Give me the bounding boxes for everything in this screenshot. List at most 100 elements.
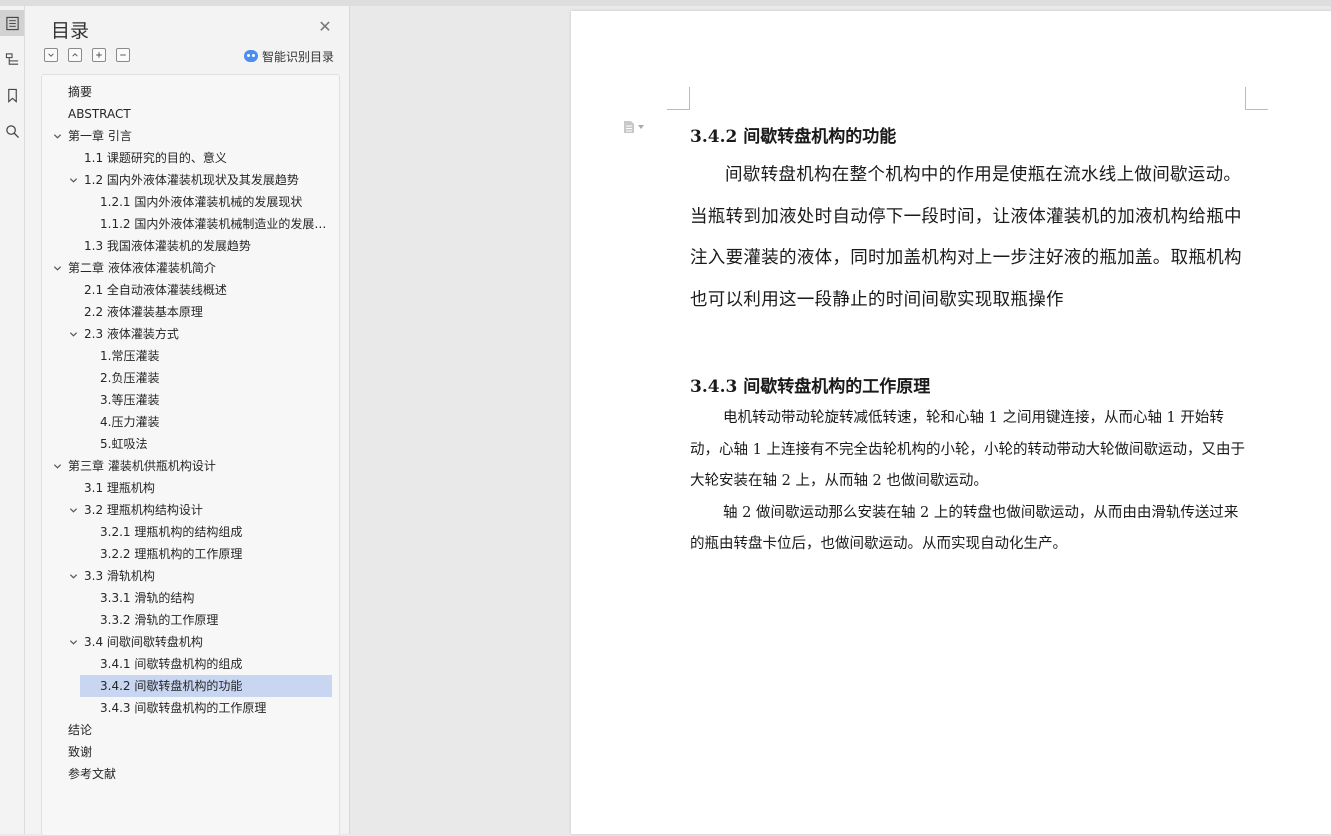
toc-item[interactable]: 1.2 国内外液体灌装机现状及其发展趋势 [42, 169, 339, 191]
bookmark-icon[interactable] [0, 82, 24, 108]
toc-title: 目录 [51, 20, 90, 42]
toc-item[interactable]: 3.2.1 理瓶机构的结构组成 [42, 521, 339, 543]
chevron-down-icon[interactable] [67, 323, 79, 345]
page-margin-corner-right [1245, 87, 1268, 110]
close-icon[interactable]: ✕ [317, 17, 333, 36]
minus-icon[interactable] [116, 48, 130, 62]
expand-up-icon[interactable] [68, 48, 82, 62]
toc-item[interactable]: 1.1.2 国内外液体灌装机械制造业的发展 ... [42, 213, 339, 235]
toc-item-label: 2.负压灌装 [100, 371, 160, 385]
chevron-down-icon[interactable] [51, 257, 63, 279]
toc-item[interactable]: 5.虹吸法 [42, 433, 339, 455]
toc-item-label: 2.1 全自动液体灌装线概述 [84, 283, 227, 297]
toc-item[interactable]: 1.2.1 国内外液体灌装机械的发展现状 [42, 191, 339, 213]
smart-toc-label: 智能识别目录 [262, 49, 335, 64]
toc-item[interactable]: 致谢 [42, 741, 339, 763]
toc-item-label: 致谢 [68, 745, 93, 759]
toc-item[interactable]: 3.1 理瓶机构 [42, 477, 339, 499]
toc-item[interactable]: 3.等压灌装 [42, 389, 339, 411]
toc-item-label: 3.2.1 理瓶机构的结构组成 [100, 525, 243, 539]
toc-item-label: 5.虹吸法 [100, 437, 148, 451]
toc-item-label: 3.1 理瓶机构 [84, 481, 155, 495]
toc-item-label: 1.1.2 国内外液体灌装机械制造业的发展 ... [100, 217, 328, 231]
toc-item-label: 第三章 灌装机供瓶机构设计 [68, 459, 216, 473]
toc-item-label: 3.等压灌装 [100, 393, 160, 407]
chevron-down-icon[interactable] [67, 565, 79, 587]
toc-item-label: 3.4.3 间歇转盘机构的工作原理 [100, 701, 267, 715]
toc-item[interactable]: 1.3 我国液体灌装机的发展趋势 [42, 235, 339, 257]
plus-icon[interactable] [92, 48, 106, 62]
toc-toolbar [44, 48, 130, 64]
toc-item[interactable]: 3.3.2 滑轨的工作原理 [42, 609, 339, 631]
paragraph-principle-1: 电机转动带动轮旋转减低转速，轮和心轴 1 之间用键连接，从而心轴 1 开始转动，… [690, 410, 1245, 489]
nav-pane-icon[interactable] [0, 46, 24, 72]
toc-item[interactable]: 3.3.1 滑轨的结构 [42, 587, 339, 609]
toc-item-label: 3.3 滑轨机构 [84, 569, 155, 583]
toc-item-label: 3.2.2 理瓶机构的工作原理 [100, 547, 243, 561]
toc-item-label: 3.4 间歇间歇转盘机构 [84, 635, 203, 649]
toc-item-label: 1.常压灌装 [100, 349, 160, 363]
toc-item[interactable]: 1.1 课题研究的目的、意义 [42, 147, 339, 169]
section-heading-3-4-3: 3.4.3 间歇转盘机构的工作原理 [690, 377, 931, 397]
body-paragraph-small: 电机转动带动轮旋转减低转速，轮和心轴 1 之间用键连接，从而心轴 1 开始转动，… [690, 403, 1246, 561]
toc-item[interactable]: 3.4 间歇间歇转盘机构 [42, 631, 339, 653]
page-margin-corner-left [667, 87, 690, 110]
toc-item-label: 第二章 液体液体灌装机简介 [68, 261, 216, 275]
toc-item-label: 1.3 我国液体灌装机的发展趋势 [84, 239, 251, 253]
toc-item[interactable]: 2.3 液体灌装方式 [42, 323, 339, 345]
section-heading-3-4-2: 3.4.2 间歇转盘机构的功能 [690, 127, 897, 147]
toc-item-label: 2.3 液体灌装方式 [84, 327, 179, 341]
toc-item-label: 3.2 理瓶机构结构设计 [84, 503, 203, 517]
paragraph-principle-2: 轴 2 做间歇运动那么安装在轴 2 上的转盘也做间歇运动，从而由由滑轨传送过来的… [690, 504, 1239, 553]
document-page[interactable]: 3.4.2 间歇转盘机构的功能 间歇转盘机构在整个机构中的作用是使瓶在流水线上做… [571, 11, 1331, 834]
toc-item[interactable]: 1.常压灌装 [42, 345, 339, 367]
toc-item-label: 4.压力灌装 [100, 415, 160, 429]
toc-item[interactable]: 3.3 滑轨机构 [42, 565, 339, 587]
toc-item-label: 3.3.1 滑轨的结构 [100, 591, 195, 605]
toc-item[interactable]: ABSTRACT [42, 103, 339, 125]
toc-item-label: 第一章 引言 [68, 129, 132, 143]
toc-item[interactable]: 4.压力灌装 [42, 411, 339, 433]
search-icon[interactable] [0, 118, 24, 144]
toc-item-selected[interactable]: 3.4.2 间歇转盘机构的功能 [42, 675, 339, 697]
toc-item[interactable]: 2.负压灌装 [42, 367, 339, 389]
toc-item[interactable]: 2.2 液体灌装基本原理 [42, 301, 339, 323]
toc-item[interactable]: 第一章 引言 [42, 125, 339, 147]
toc-item[interactable]: 结论 [42, 719, 339, 741]
collapse-all-icon[interactable] [44, 48, 58, 62]
smart-toc-button[interactable]: 智能识别目录 [244, 48, 334, 64]
toc-item-label: 3.3.2 滑轨的工作原理 [100, 613, 219, 627]
toc-list: 摘要 ABSTRACT 第一章 引言 1.1 课题研究的目的、意义 1.2 国内外液体灌… [42, 81, 339, 785]
toc-item[interactable]: 3.2 理瓶机构结构设计 [42, 499, 339, 521]
toc-item-label: 1.2 国内外液体灌装机现状及其发展趋势 [84, 173, 299, 187]
toc-item-label: 结论 [68, 723, 93, 737]
toc-item-label: 3.4.2 间歇转盘机构的功能 [100, 679, 243, 693]
chevron-down-icon[interactable] [51, 455, 63, 477]
toc-item-label: 摘要 [68, 85, 93, 99]
toc-item[interactable]: 3.2.2 理瓶机构的工作原理 [42, 543, 339, 565]
toc-item[interactable]: 第二章 液体液体灌装机简介 [42, 257, 339, 279]
paragraph-function: 间歇转盘机构在整个机构中的作用是使瓶在流水线上做间歇运动。当瓶转到加液处时自动停… [690, 165, 1242, 310]
side-rail [0, 6, 25, 834]
toc-panel: 目录 ✕ 智能识别目录 摘要 ABSTRACT 第一章 引言 1.1 课题研究的目的、… [25, 6, 350, 836]
toc-item-label: 参考文献 [68, 767, 117, 781]
toc-item[interactable]: 3.4.1 间歇转盘机构的组成 [42, 653, 339, 675]
toc-item[interactable]: 参考文献 [42, 763, 339, 785]
toc-item[interactable]: 3.4.3 间歇转盘机构的工作原理 [42, 697, 339, 719]
toc-item-label: 3.4.1 间歇转盘机构的组成 [100, 657, 243, 671]
document-area: 3.4.2 间歇转盘机构的功能 间歇转盘机构在整个机构中的作用是使瓶在流水线上做… [350, 6, 1331, 834]
toc-item[interactable]: 摘要 [42, 81, 339, 103]
toc-item-label: 1.1 课题研究的目的、意义 [84, 151, 227, 165]
toc-item-label: ABSTRACT [68, 107, 131, 121]
paragraph-menu-icon[interactable] [623, 120, 644, 134]
chevron-down-icon[interactable] [67, 169, 79, 191]
chevron-down-icon[interactable] [67, 631, 79, 653]
body-paragraph-large: 间歇转盘机构在整个机构中的作用是使瓶在流水线上做间歇运动。当瓶转到加液处时自动停… [690, 155, 1246, 321]
toc-item-label: 2.2 液体灌装基本原理 [84, 305, 203, 319]
chevron-down-icon[interactable] [51, 125, 63, 147]
toc-icon[interactable] [0, 10, 24, 36]
smart-recognition-icon [244, 50, 258, 62]
chevron-down-icon[interactable] [67, 499, 79, 521]
toc-item[interactable]: 第三章 灌装机供瓶机构设计 [42, 455, 339, 477]
toc-item[interactable]: 2.1 全自动液体灌装线概述 [42, 279, 339, 301]
